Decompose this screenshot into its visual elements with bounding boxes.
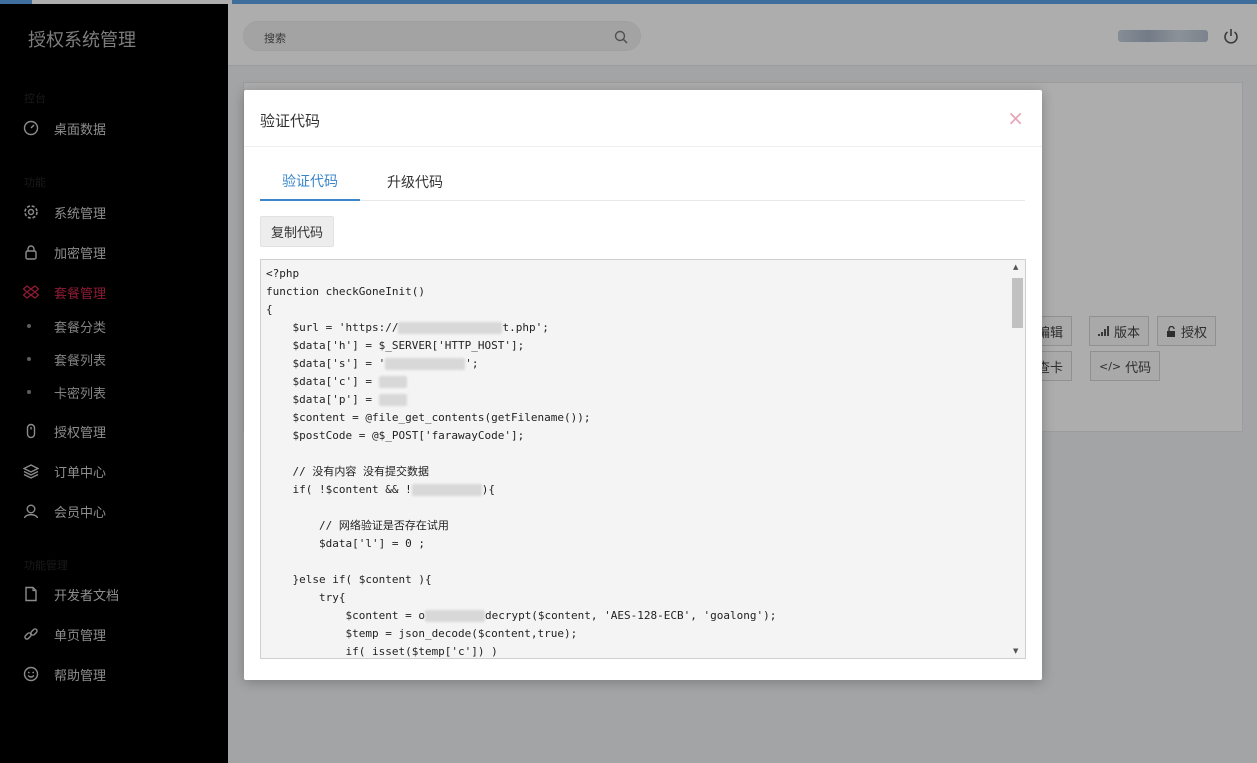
tab-verify-code[interactable]: 验证代码: [260, 162, 360, 201]
scroll-down-icon[interactable]: ▼: [1013, 647, 1018, 655]
scrollbar[interactable]: ▲ ▼: [1009, 260, 1025, 658]
code-line: if( isset($temp['c']) ): [266, 645, 498, 658]
close-icon[interactable]: ×: [1007, 108, 1024, 128]
code-line: $data['c'] =: [266, 373, 1006, 391]
code-line: $data['s'] = ' ';: [266, 357, 479, 370]
code-line: $content = @file_get_contents(getFilenam…: [266, 411, 591, 424]
scroll-thumb[interactable]: [1012, 278, 1023, 328]
redacted-text: [411, 484, 482, 496]
redacted-text: [378, 376, 407, 388]
code-line: }else if( $content ){: [266, 573, 432, 586]
scroll-up-icon[interactable]: ▲: [1013, 263, 1018, 271]
code-content: <?php function checkGoneInit() { $url = 'h…: [266, 265, 1006, 658]
code-line: $content = o decrypt($content, 'AES-128-E…: [266, 609, 777, 622]
code-line: if( !$content && !){: [266, 483, 495, 496]
redacted-text: [398, 322, 503, 334]
code-line: $data['h'] = $_SERVER['HTTP_HOST'];: [266, 339, 525, 352]
verify-code-modal: 验证代码 × 验证代码 升级代码 复制代码 <?php function chec…: [244, 90, 1042, 680]
modal-title: 验证代码: [260, 112, 321, 130]
code-line: $url = 'https://t.php';: [266, 321, 549, 334]
redacted-text: [385, 358, 466, 370]
code-line: $postCode = @$_POST['farawayCode'];: [266, 429, 525, 442]
code-line: $data['p'] =: [266, 391, 1006, 409]
redacted-text: [424, 610, 485, 622]
copy-code-button[interactable]: 复制代码: [260, 216, 334, 247]
code-line: // 网络验证是否存在试用: [266, 519, 449, 532]
code-line: function checkGoneInit(): [266, 285, 425, 298]
code-line: $temp = json_decode($content,true);: [266, 627, 578, 640]
code-line: {: [266, 303, 273, 316]
code-line: <?php: [266, 267, 300, 280]
redacted-text: [378, 394, 407, 406]
tab-upgrade-code[interactable]: 升级代码: [370, 162, 460, 201]
code-line: try{: [266, 591, 346, 604]
modal-tabs: 验证代码 升级代码: [260, 162, 1025, 201]
modal-header: 验证代码 ×: [244, 90, 1042, 147]
code-textarea[interactable]: <?php function checkGoneInit() { $url = 'h…: [260, 259, 1026, 659]
code-line: $data['l'] = 0 ;: [266, 537, 425, 550]
code-line: // 没有内容 没有提交数据: [266, 465, 429, 478]
